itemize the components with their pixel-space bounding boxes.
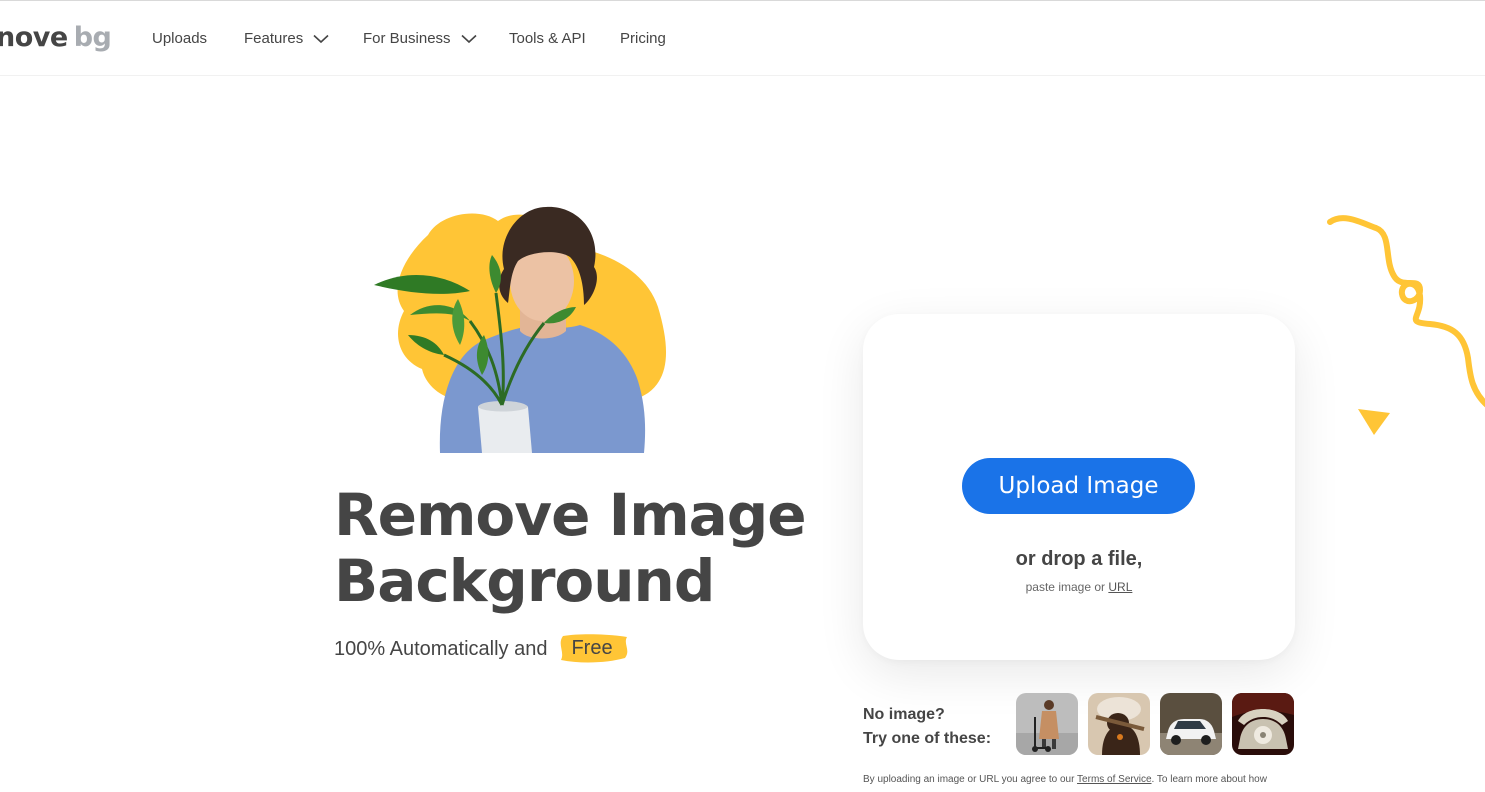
yellow-triangle-decoration	[1358, 409, 1390, 435]
terms-notice: By uploading an image or URL you agree t…	[863, 774, 1267, 785]
hero-subtitle-text: 100% Automatically and	[334, 637, 548, 660]
sample-thumbnail[interactable]	[1016, 693, 1078, 755]
chevron-down-icon	[313, 34, 329, 43]
paste-hint: paste image or URL	[863, 580, 1295, 594]
free-badge-label: Free	[571, 637, 613, 659]
upload-image-button[interactable]: Upload Image	[962, 458, 1195, 514]
dog-with-stick-thumbnail	[1088, 693, 1150, 755]
hero-headline: Remove Image Background	[334, 481, 807, 615]
nav-uploads[interactable]: Uploads	[152, 30, 207, 47]
sample-thumbnail[interactable]	[1088, 693, 1150, 755]
terms-of-service-link[interactable]: Terms of Service	[1077, 774, 1151, 785]
chevron-down-icon	[461, 34, 477, 43]
try-one-text: Try one of these:	[863, 730, 992, 747]
nav-for-business[interactable]: For Business	[363, 30, 477, 47]
nav-features[interactable]: Features	[244, 30, 329, 47]
sample-images-prompt: No image? Try one of these:	[863, 703, 991, 751]
terms-prefix-text: By uploading an image or URL you agree t…	[863, 774, 1075, 785]
nav-uploads-label: Uploads	[152, 30, 208, 47]
nav-features-label: Features	[244, 30, 304, 47]
yellow-squiggle-decoration	[1327, 215, 1485, 408]
free-badge: Free	[557, 634, 628, 664]
sample-thumbnail[interactable]	[1160, 693, 1222, 755]
no-image-text: No image?	[863, 706, 945, 723]
logo[interactable]: nove bg	[0, 22, 112, 53]
white-car-thumbnail	[1160, 693, 1222, 755]
paste-hint-text: paste image or	[1025, 580, 1106, 594]
hero-headline-line2: Background	[334, 547, 715, 615]
terms-suffix-text: . To learn more about how	[1151, 774, 1267, 785]
drop-file-text: or drop a file,	[1015, 548, 1143, 570]
logo-text: nove	[0, 22, 68, 53]
upload-card[interactable]: Upload Image or drop a file, paste image…	[863, 314, 1295, 660]
top-navbar: nove bg Uploads Features For Business Too…	[0, 3, 1485, 76]
nav-for-business-label: For Business	[363, 30, 451, 47]
hero-subtitle: 100% Automatically and Free	[334, 634, 628, 664]
nav-tools-api-label: Tools & API	[509, 30, 586, 47]
sample-thumbnail[interactable]	[1232, 693, 1294, 755]
nav-pricing-label: Pricing	[620, 30, 666, 47]
nav-tools-api[interactable]: Tools & API	[509, 30, 586, 47]
nav-pricing[interactable]: Pricing	[620, 30, 666, 47]
rotary-phone-thumbnail	[1232, 693, 1294, 755]
logo-accent-text: bg	[73, 22, 112, 53]
hero-headline-line1: Remove Image	[334, 481, 807, 549]
url-link[interactable]: URL	[1108, 580, 1132, 594]
person-holding-plant-illustration	[374, 206, 667, 453]
woman-with-scooter-thumbnail	[1016, 693, 1078, 755]
